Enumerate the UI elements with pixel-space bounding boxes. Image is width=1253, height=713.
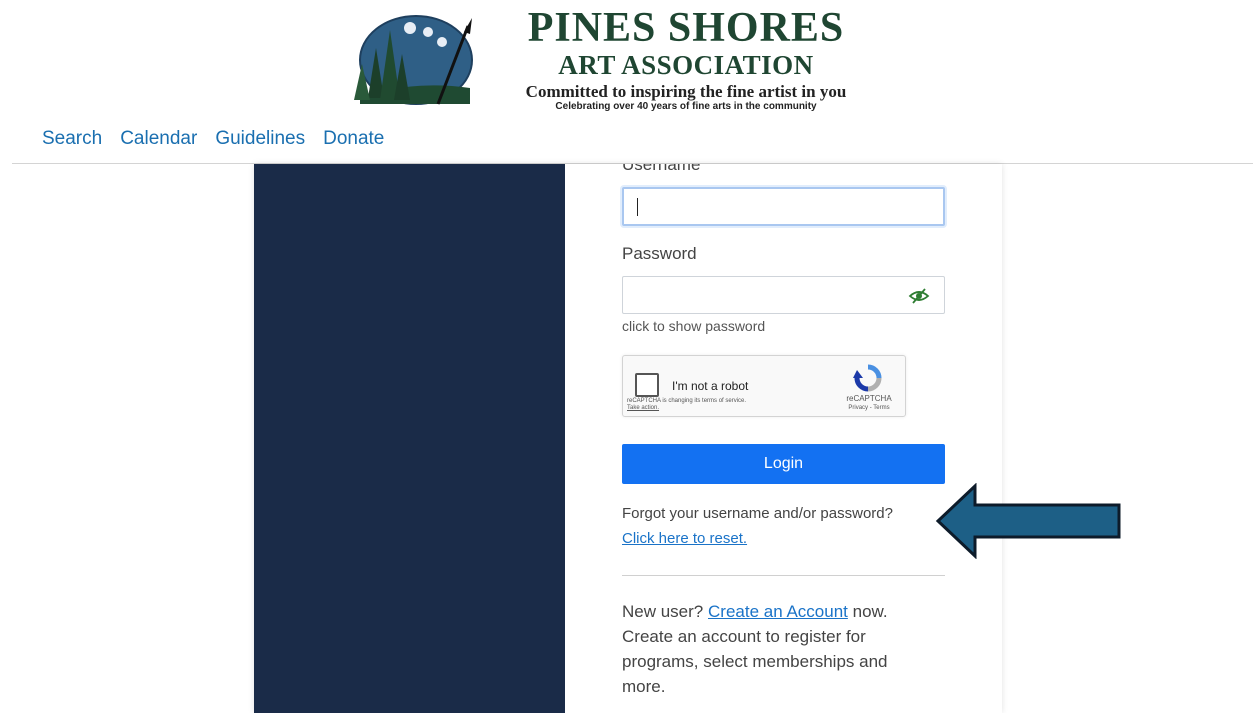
card-side-panel [254, 164, 565, 713]
text-caret [637, 198, 638, 216]
recaptcha-widget: I'm not a robot reCAPTCHA is changing it… [622, 355, 906, 417]
new-user-description: Create an account to register for progra… [622, 627, 888, 696]
brand-block: PINES SHORES ART ASSOCIATION Committed t… [486, 6, 886, 113]
recaptcha-notice: reCAPTCHA is changing its terms of servi… [627, 398, 747, 404]
recaptcha-label: I'm not a robot [672, 379, 749, 393]
password-hint: click to show password [622, 318, 766, 334]
new-user-prefix: New user? [622, 602, 704, 621]
recaptcha-brand: reCAPTCHA [846, 394, 892, 403]
login-button[interactable]: Login [622, 444, 945, 484]
password-label: Password [622, 244, 697, 263]
nav-guidelines[interactable]: Guidelines [215, 127, 305, 151]
nav-donate[interactable]: Donate [323, 127, 384, 151]
brand-anniversary: Celebrating over 40 years of fine arts i… [555, 101, 817, 112]
recaptcha-take-action-link[interactable]: Take action. [627, 405, 659, 411]
new-user-section: New user? Create an Account now. Create … [622, 599, 932, 699]
nav-search[interactable]: Search [42, 127, 102, 151]
reset-password-link[interactable]: Click here to reset. [622, 530, 747, 547]
forgot-credentials-text: Forgot your username and/or password? [622, 505, 893, 522]
pines-palette-logo-icon [354, 15, 473, 105]
site-header: PINES SHORES ART ASSOCIATION Committed t… [0, 0, 1253, 125]
recaptcha-icon [853, 364, 882, 392]
password-input[interactable] [622, 276, 945, 314]
brand-subtitle: ART ASSOCIATION [558, 50, 814, 80]
new-user-suffix: now. [852, 602, 888, 621]
eye-slash-icon[interactable] [908, 288, 930, 304]
nav-calendar[interactable]: Calendar [120, 127, 197, 151]
username-label: Username [622, 155, 701, 174]
create-account-link[interactable]: Create an Account [708, 602, 848, 621]
recaptcha-checkbox[interactable] [635, 373, 659, 397]
main-nav: Search Calendar Guidelines Donate [42, 127, 384, 151]
brand-name: PINES SHORES [527, 5, 845, 51]
recaptcha-privacy-terms[interactable]: Privacy - Terms [835, 405, 903, 411]
form-divider [622, 575, 945, 576]
left-arrow-icon [935, 483, 1121, 559]
brand-tagline: Committed to inspiring the fine artist i… [525, 82, 847, 101]
username-input[interactable] [622, 187, 945, 226]
